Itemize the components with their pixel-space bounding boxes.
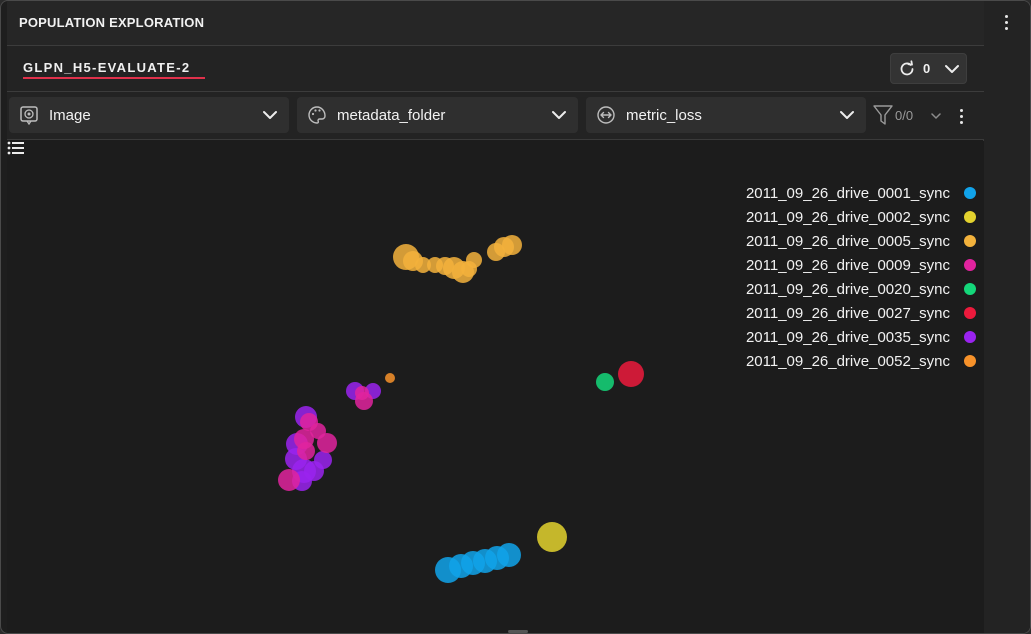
legend-swatch xyxy=(964,355,976,367)
scatter-point[interactable] xyxy=(618,361,644,387)
scatter-point[interactable] xyxy=(310,423,326,439)
legend-swatch xyxy=(964,211,976,223)
image-select[interactable]: Image xyxy=(9,97,289,133)
image-select-label: Image xyxy=(49,107,91,124)
filter-button[interactable]: 0/0 xyxy=(871,103,951,129)
scatter-point[interactable] xyxy=(466,252,482,268)
active-tab-indicator xyxy=(23,77,205,79)
legend-swatch xyxy=(964,283,976,295)
chevron-down-icon xyxy=(840,111,854,119)
refresh-button[interactable]: 0 xyxy=(890,53,967,84)
right-rail xyxy=(984,1,1030,633)
legend-item[interactable]: 2011_09_26_drive_0020_sync xyxy=(746,277,976,301)
resize-handle[interactable] xyxy=(508,630,528,633)
legend-swatch xyxy=(964,235,976,247)
size-by-select-label: metric_loss xyxy=(626,107,702,124)
scatter-point[interactable] xyxy=(297,442,315,460)
legend-label: 2011_09_26_drive_0020_sync xyxy=(745,280,950,298)
scatter-plot[interactable]: 2011_09_26_drive_0001_sync 2011_09_26_dr… xyxy=(7,141,984,633)
image-icon xyxy=(20,106,38,125)
chevron-down-icon xyxy=(552,111,566,119)
filter-icon xyxy=(873,105,893,125)
scatter-point[interactable] xyxy=(278,469,300,491)
legend-swatch xyxy=(964,331,976,343)
panel-title: POPULATION EXPLORATION xyxy=(19,15,205,30)
legend-label: 2011_09_26_drive_0001_sync xyxy=(745,184,950,202)
refresh-icon xyxy=(900,60,914,76)
population-exploration-widget: POPULATION EXPLORATION GLPN_H5-EVALUATE-… xyxy=(0,0,1031,634)
panel-menu-icon[interactable] xyxy=(1004,15,1008,31)
scatter-point[interactable] xyxy=(596,373,614,391)
scatter-point[interactable] xyxy=(314,451,332,469)
legend-item[interactable]: 2011_09_26_drive_0005_sync xyxy=(746,229,976,253)
legend-swatch xyxy=(964,259,976,271)
palette-icon xyxy=(308,106,326,124)
legend-swatch xyxy=(964,307,976,319)
legend-item[interactable]: 2011_09_26_drive_0027_sync xyxy=(746,301,976,325)
legend-label: 2011_09_26_drive_0009_sync xyxy=(745,256,950,274)
legend: 2011_09_26_drive_0001_sync 2011_09_26_dr… xyxy=(746,181,976,373)
title-bar: POPULATION EXPLORATION xyxy=(7,1,984,46)
legend-item[interactable]: 2011_09_26_drive_0002_sync xyxy=(746,205,976,229)
main-panel: POPULATION EXPLORATION GLPN_H5-EVALUATE-… xyxy=(7,1,984,633)
scatter-point[interactable] xyxy=(537,522,567,552)
legend-item[interactable]: 2011_09_26_drive_0009_sync xyxy=(746,253,976,277)
tab-row: GLPN_H5-EVALUATE-2 0 xyxy=(7,46,984,92)
chevron-down-icon[interactable] xyxy=(945,64,959,74)
legend-item[interactable]: 2011_09_26_drive_0052_sync xyxy=(746,349,976,373)
legend-label: 2011_09_26_drive_0027_sync xyxy=(745,304,950,322)
legend-label: 2011_09_26_drive_0035_sync xyxy=(745,328,950,346)
legend-label: 2011_09_26_drive_0052_sync xyxy=(745,352,950,370)
legend-swatch xyxy=(964,187,976,199)
scatter-point[interactable] xyxy=(502,235,522,255)
chevron-down-icon xyxy=(931,113,941,120)
chevron-down-icon xyxy=(263,111,277,119)
legend-item[interactable]: 2011_09_26_drive_0035_sync xyxy=(746,325,976,349)
legend-toggle-icon[interactable] xyxy=(7,141,25,155)
resize-icon xyxy=(597,106,615,124)
scatter-point[interactable] xyxy=(385,373,395,383)
legend-item[interactable]: 2011_09_26_drive_0001_sync xyxy=(746,181,976,205)
tab-evaluate[interactable]: GLPN_H5-EVALUATE-2 xyxy=(23,60,190,75)
scatter-point[interactable] xyxy=(355,386,369,400)
more-options-icon[interactable] xyxy=(959,109,963,125)
size-by-select[interactable]: metric_loss xyxy=(586,97,866,133)
scatter-point[interactable] xyxy=(497,543,521,567)
filter-count: 0/0 xyxy=(895,108,914,123)
refresh-count: 0 xyxy=(923,61,931,76)
legend-label: 2011_09_26_drive_0002_sync xyxy=(745,208,950,226)
legend-label: 2011_09_26_drive_0005_sync xyxy=(745,232,950,250)
color-by-select-label: metadata_folder xyxy=(337,107,446,124)
control-row: Image metadata_folder metric_loss 0/0 xyxy=(7,92,984,140)
color-by-select[interactable]: metadata_folder xyxy=(297,97,578,133)
